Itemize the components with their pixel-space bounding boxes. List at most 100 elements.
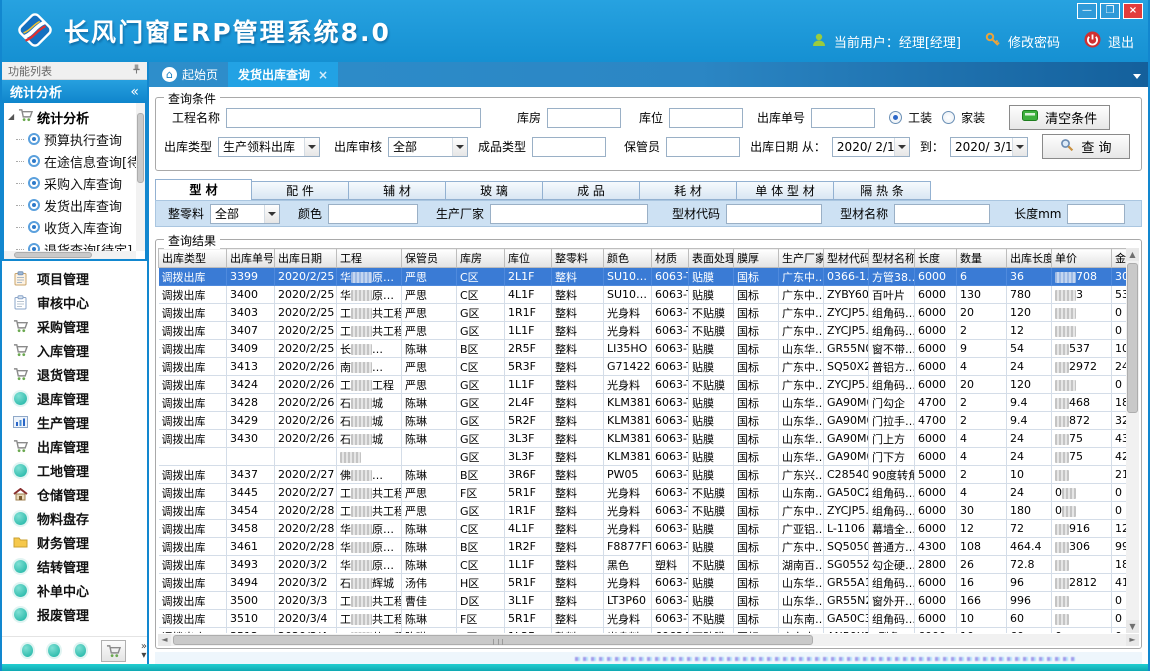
profile-code-input[interactable]: [726, 204, 822, 224]
sidebar-menu-item[interactable]: 财务管理: [2, 530, 147, 554]
jiazhuang-radio[interactable]: [942, 111, 955, 124]
column-header[interactable]: 出库单号: [227, 249, 275, 268]
table-row[interactable]: 调拨出库34002020/2/25华原…严思C区4L1F整料SU10…6063-…: [159, 286, 1127, 304]
toolbar-dot-icon[interactable]: [75, 644, 86, 657]
sidebar-menu-item[interactable]: 物料盘存: [2, 506, 147, 530]
table-row[interactable]: 调拨出库34292020/2/26石城陈琳G区5R2F整料KLM38176063…: [159, 412, 1127, 430]
clear-conditions-button[interactable]: 清空条件: [1009, 105, 1110, 130]
table-row[interactable]: 调拨出库34932020/3/2华原…陈琳C区1L1F整料黑色塑料不贴膜国标湖南…: [159, 556, 1127, 574]
table-vertical-scrollbar[interactable]: ▲ ▼: [1126, 248, 1139, 633]
table-row[interactable]: 调拨出库34302020/2/26石城陈琳G区3L3F整料KLM38176063…: [159, 430, 1127, 448]
sidebar-menu-item[interactable]: 退库管理: [2, 386, 147, 410]
tree-item[interactable]: 发货出库查询: [8, 194, 133, 216]
table-row[interactable]: 调拨出库34582020/2/28华原…陈琳C区4L1F整料光身料6063-T5…: [159, 520, 1127, 538]
sidebar-menu-item[interactable]: 出库管理: [2, 434, 147, 458]
material-tab[interactable]: 成 品: [543, 181, 640, 200]
material-tab[interactable]: 耗 材: [640, 181, 737, 200]
project-name-input[interactable]: [226, 108, 481, 128]
tree-item[interactable]: 退库管理[待定]: [8, 260, 133, 261]
table-horizontal-scrollbar[interactable]: ◄ ►: [158, 634, 1139, 646]
logout-link[interactable]: 退出: [1108, 32, 1134, 51]
tree-expander-icon[interactable]: ◢: [8, 112, 14, 121]
column-header[interactable]: 单价: [1052, 249, 1112, 268]
column-header[interactable]: 表面处理: [689, 249, 734, 268]
out-type-combo[interactable]: 生产领料出库: [218, 137, 320, 157]
order-no-input[interactable]: [811, 108, 875, 128]
material-tab[interactable]: 型 材: [155, 179, 252, 200]
table-row[interactable]: 调拨出库35002020/3/3工共工程曹佳D区3L1F整料LT3P606063…: [159, 592, 1127, 610]
sidebar-menu-item[interactable]: 采购管理: [2, 314, 147, 338]
date-to-picker[interactable]: 2020/ 3/16: [950, 137, 1028, 157]
table-row[interactable]: 调拨出库33992020/2/25华原…严思C区2L1F整料SU10…6063-…: [159, 268, 1127, 286]
tree-vertical-scrollbar[interactable]: [136, 103, 145, 251]
location-input[interactable]: [669, 108, 743, 128]
table-row[interactable]: 调拨出库34092020/2/25长…陈琳B区2R5F整料LI35HO6063-…: [159, 340, 1127, 358]
scroll-right-icon[interactable]: ►: [1126, 634, 1139, 646]
product-type-input[interactable]: [532, 137, 606, 157]
column-header[interactable]: 膜厚: [734, 249, 779, 268]
column-header[interactable]: 数量: [957, 249, 1007, 268]
table-row[interactable]: 调拨出库34242020/2/26工工程严思G区1L1F整料光身料6063-T5…: [159, 376, 1127, 394]
sidebar-menu-item[interactable]: 入库管理: [2, 338, 147, 362]
toolbar-cart-button[interactable]: [101, 640, 126, 662]
sidebar-menu-item[interactable]: 退货管理: [2, 362, 147, 386]
collapse-icon[interactable]: «: [130, 84, 139, 100]
profile-name-input[interactable]: [894, 204, 990, 224]
tab-close-icon[interactable]: ×: [318, 68, 328, 82]
tree-item[interactable]: 在途信息查询[待: [8, 150, 133, 172]
tab-list-dropdown-icon[interactable]: [1133, 74, 1141, 79]
table-row[interactable]: 调拨出库34452020/2/27工共工程严思F区5R1F整料光身料6063-T…: [159, 484, 1127, 502]
column-header[interactable]: 出库长度: [1007, 249, 1052, 268]
toolbar-dot-icon[interactable]: [22, 644, 33, 657]
tree-root-node[interactable]: ◢ 统计分析: [8, 106, 133, 128]
sidebar-menu-item[interactable]: 结转管理: [2, 554, 147, 578]
tab-active[interactable]: 发货出库查询×: [228, 62, 338, 87]
table-row[interactable]: 调拨出库34282020/2/26石城陈琳G区2L4F整料KLM38176063…: [159, 394, 1127, 412]
column-header[interactable]: 材质: [652, 249, 689, 268]
close-button[interactable]: ×: [1123, 3, 1143, 19]
column-header[interactable]: 工程: [337, 249, 402, 268]
tree-item[interactable]: 收货入库查询: [8, 216, 133, 238]
maximize-button[interactable]: ❒: [1100, 3, 1120, 19]
zhengling-combo[interactable]: 全部: [210, 204, 280, 224]
table-row[interactable]: 调拨出库34072020/2/25工共工程严思G区1L1F整料光身料6063-T…: [159, 322, 1127, 340]
sidebar-menu-item[interactable]: 报废管理: [2, 602, 147, 626]
table-row[interactable]: G区3L3F整料KLM38176063-T5贴膜国标山东华…GA90M09.门下…: [159, 448, 1127, 466]
tree-horizontal-scrollbar[interactable]: [4, 251, 136, 259]
change-password-link[interactable]: 修改密码: [1008, 32, 1060, 51]
column-header[interactable]: 库位: [505, 249, 552, 268]
scroll-left-icon[interactable]: ◄: [158, 634, 171, 646]
column-header[interactable]: 型材名称: [869, 249, 915, 268]
factory-input[interactable]: [490, 204, 648, 224]
sidebar-menu-item[interactable]: 仓储管理: [2, 482, 147, 506]
column-header[interactable]: 金: [1112, 249, 1127, 268]
column-header[interactable]: 型材代码: [824, 249, 869, 268]
table-row[interactable]: 调拨出库34942020/3/2石辉城汤伟H区5R1F整料光身料6063-T5贴…: [159, 574, 1127, 592]
column-header[interactable]: 长度: [915, 249, 957, 268]
color-input[interactable]: [328, 204, 418, 224]
scroll-down-icon[interactable]: ▼: [1126, 620, 1139, 633]
keeper-input[interactable]: [666, 137, 740, 157]
material-tab[interactable]: 配 件: [252, 181, 349, 200]
material-tab[interactable]: 隔 热 条: [834, 181, 931, 200]
table-row[interactable]: 调拨出库34372020/2/27佛…陈琳B区3R6F整料PW056063-T5…: [159, 466, 1127, 484]
sidebar-section-header[interactable]: 统计分析 «: [2, 80, 147, 103]
scroll-up-icon[interactable]: ▲: [1126, 248, 1139, 261]
table-row[interactable]: 调拨出库35122020/3/4工共工程陈琳F区1L2F整料光身料6063-T5…: [159, 628, 1127, 634]
table-row[interactable]: 调拨出库34612020/2/28华原…陈琳B区1R2F整料F8877FT606…: [159, 538, 1127, 556]
sidebar-menu-item[interactable]: 生产管理: [2, 410, 147, 434]
material-tab[interactable]: 玻 璃: [446, 181, 543, 200]
tab-home[interactable]: ⌂起始页: [152, 62, 228, 87]
column-header[interactable]: 生产厂家: [779, 249, 824, 268]
column-header[interactable]: 出库类型: [159, 249, 227, 268]
material-tab[interactable]: 辅 材: [349, 181, 446, 200]
toolbar-dot-icon[interactable]: [48, 644, 59, 657]
table-row[interactable]: 调拨出库34542020/2/28工共工程严思G区1R1F整料光身料6063-T…: [159, 502, 1127, 520]
toolbar-overflow-button[interactable]: »▾: [141, 642, 147, 660]
pin-icon[interactable]: [132, 63, 141, 78]
sidebar-menu-item[interactable]: 工地管理: [2, 458, 147, 482]
gongzhuang-radio[interactable]: [889, 111, 902, 124]
table-row[interactable]: 调拨出库34132020/2/26南…严思C区5R3F整料G714226063-…: [159, 358, 1127, 376]
column-header[interactable]: 颜色: [604, 249, 652, 268]
column-header[interactable]: 出库日期: [275, 249, 337, 268]
